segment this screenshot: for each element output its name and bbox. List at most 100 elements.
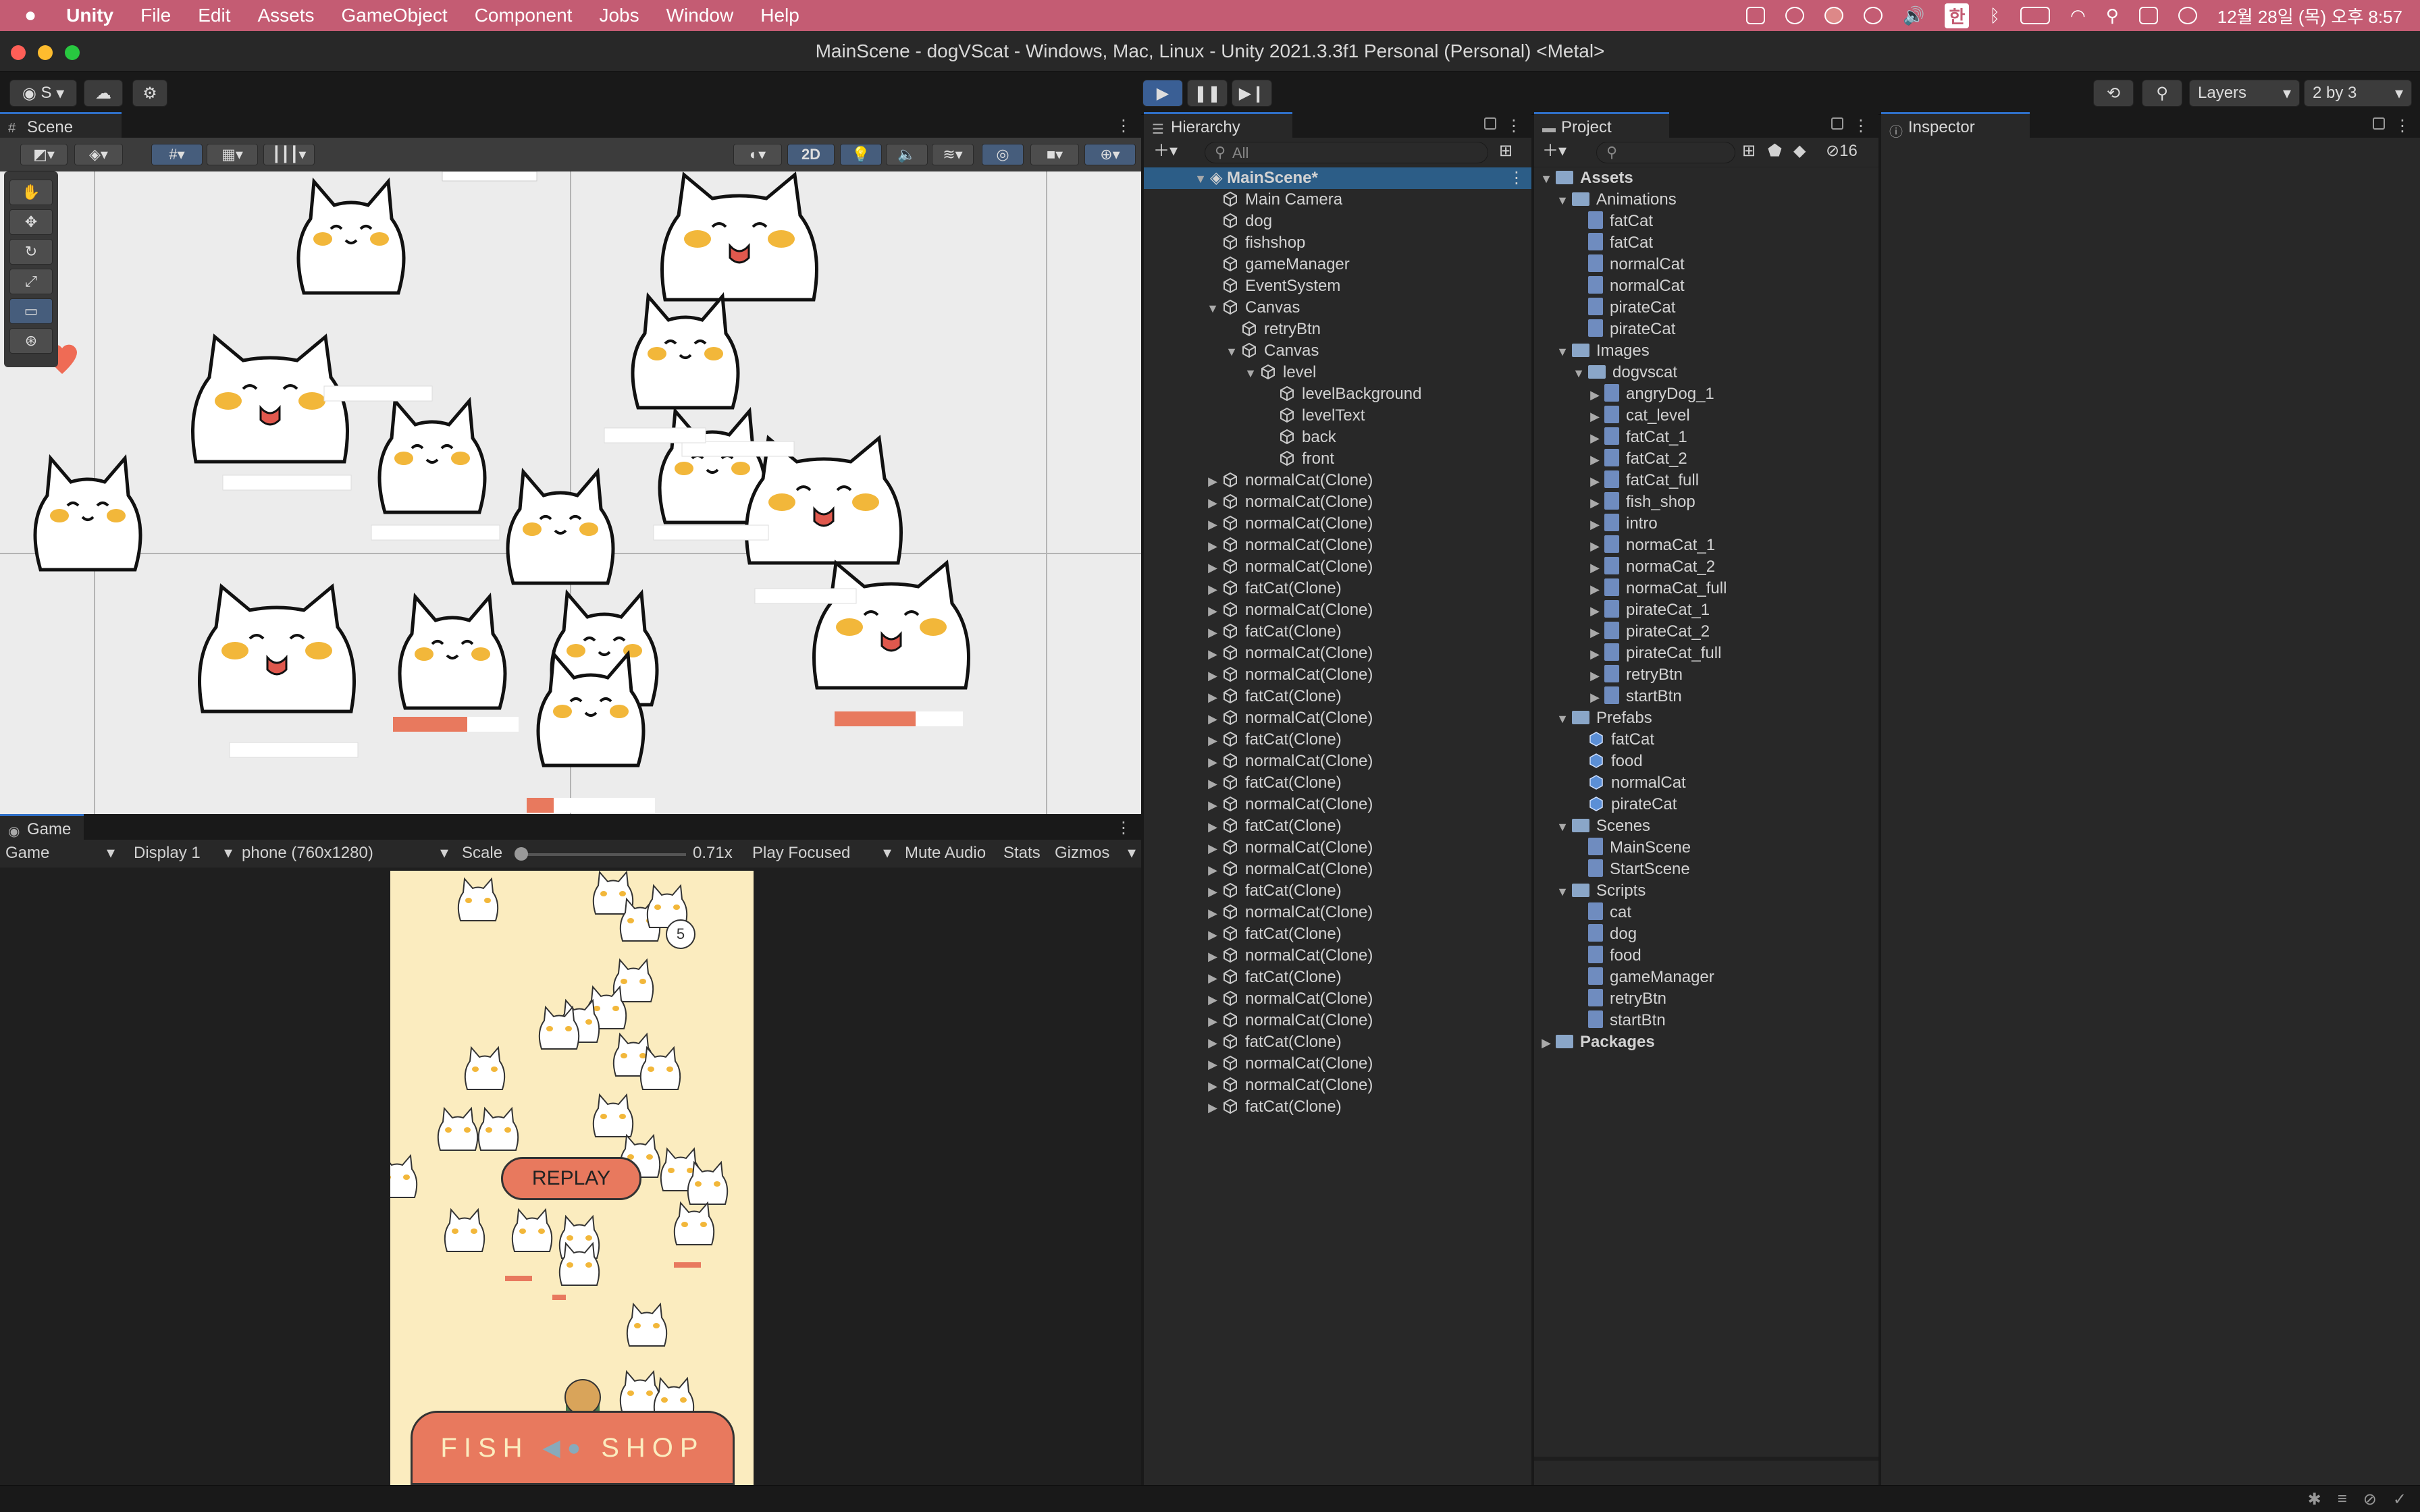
hierarchy-item[interactable]: fishshop [1203, 232, 1305, 254]
hierarchy-item[interactable]: ▶ normalCat(Clone) [1203, 988, 1373, 1010]
game-menu-icon[interactable]: ⋮ [1115, 818, 1132, 838]
camera-dropdown[interactable]: ■▾ [1030, 144, 1079, 165]
project-item[interactable]: normalCat [1569, 254, 1685, 275]
visibility-toggle[interactable]: ◎ [982, 144, 1024, 165]
chevron-right-icon[interactable]: ▶ [1203, 708, 1222, 730]
increment-snap[interactable]: ┃┃┃▾ [263, 144, 315, 165]
clock[interactable]: 12월 28일 (목) 오후 8:57 [2217, 3, 2402, 28]
project-item[interactable]: ▼ Assets [1537, 167, 1633, 189]
chevron-right-icon[interactable]: ▶ [1203, 622, 1222, 643]
chevron-down-icon[interactable]: ▼ [1569, 362, 1588, 384]
play-button[interactable]: ▶ [1142, 80, 1183, 107]
hierarchy-menu-icon[interactable]: ⋮ [1506, 116, 1522, 136]
hierarchy-item[interactable]: ▶ normalCat(Clone) [1203, 707, 1373, 729]
tab-project[interactable]: ▬ Project [1534, 112, 1669, 138]
bluetooth-icon[interactable]: ᛒ [1989, 5, 2000, 26]
move-tool[interactable]: ✥ [9, 209, 53, 235]
project-item[interactable]: dog [1569, 923, 1637, 945]
hierarchy-item[interactable]: dog [1203, 211, 1272, 232]
chevron-down-icon[interactable]: ▼ [1553, 881, 1572, 902]
hierarchy-item[interactable]: ▼ Canvas [1203, 297, 1300, 319]
chevron-right-icon[interactable]: ▶ [1203, 902, 1222, 924]
project-item[interactable]: ▶ normaCat_full [1585, 578, 1727, 599]
hierarchy-item[interactable]: front [1260, 448, 1334, 470]
chevron-right-icon[interactable]: ▶ [1585, 492, 1604, 514]
scale-slider[interactable] [515, 847, 686, 861]
cache-icon[interactable]: ✓ [2393, 1490, 2406, 1509]
project-item[interactable]: food [1569, 751, 1643, 772]
account-dropdown[interactable]: ◉ S ▾ [9, 80, 77, 107]
game-screen[interactable]: 5 REPLAY FISH ◀● SHOP [390, 871, 754, 1485]
menu-gameobject[interactable]: GameObject [342, 5, 448, 26]
chevron-right-icon[interactable]: ▶ [1585, 600, 1604, 622]
spotlight-icon[interactable]: ⚲ [2106, 5, 2119, 26]
menu-jobs[interactable]: Jobs [599, 5, 639, 26]
hierarchy-item[interactable]: ▶ normalCat(Clone) [1203, 599, 1373, 621]
hierarchy-item[interactable]: ▶ normalCat(Clone) [1203, 902, 1373, 923]
wifi-icon[interactable]: ◠ [2070, 5, 2086, 26]
project-item[interactable]: ▶ pirateCat_2 [1585, 621, 1710, 643]
chevron-right-icon[interactable]: ▶ [1203, 881, 1222, 902]
hand-tool[interactable]: ✋ [9, 180, 53, 205]
project-item[interactable]: ▶ cat_level [1585, 405, 1690, 427]
scene-viewport[interactable]: ✋ ✥ ↻ ⤢ ▭ ⊛ [0, 171, 1141, 814]
chevron-right-icon[interactable]: ▶ [1585, 427, 1604, 449]
hierarchy-filter-button[interactable]: ⊞ [1499, 140, 1512, 162]
hierarchy-item[interactable]: levelText [1260, 405, 1365, 427]
chevron-right-icon[interactable]: ▶ [1585, 535, 1604, 557]
project-item[interactable]: ▶ intro [1585, 513, 1658, 535]
hierarchy-item[interactable]: gameManager [1203, 254, 1350, 275]
hierarchy-item[interactable]: ▶ fatCat(Clone) [1203, 815, 1342, 837]
hierarchy-item[interactable]: ▶ normalCat(Clone) [1203, 470, 1373, 491]
hierarchy-item[interactable]: ▶ normalCat(Clone) [1203, 1053, 1373, 1075]
hierarchy-item[interactable]: ▶ normalCat(Clone) [1203, 643, 1373, 664]
effects-dropdown[interactable]: ≋▾ [932, 144, 974, 165]
project-item[interactable]: food [1569, 945, 1641, 967]
battery-icon[interactable] [2020, 7, 2050, 24]
hierarchy-item[interactable]: Main Camera [1203, 189, 1342, 211]
chevron-right-icon[interactable]: ▶ [1203, 946, 1222, 967]
hierarchy-item[interactable]: ▶ fatCat(Clone) [1203, 578, 1342, 599]
audio-toggle[interactable]: 🔈 [886, 144, 928, 165]
hierarchy-item[interactable]: ▶ normalCat(Clone) [1203, 794, 1373, 815]
project-item[interactable]: ▶ normaCat_1 [1585, 535, 1715, 556]
lock-icon[interactable] [2373, 117, 2385, 130]
hierarchy-item[interactable]: levelBackground [1260, 383, 1421, 405]
layout-dropdown[interactable]: 2 by 3 ▾ [2304, 80, 2412, 107]
menu-assets[interactable]: Assets [258, 5, 315, 26]
project-item[interactable]: retryBtn [1569, 988, 1666, 1010]
scene-menu-icon[interactable]: ⋮ [1115, 116, 1132, 136]
chevron-down-icon[interactable]: ▼ [1222, 341, 1241, 362]
shading-dropdown[interactable]: ◐▾ [733, 144, 782, 165]
chevron-right-icon[interactable]: ▶ [1203, 686, 1222, 708]
chevron-right-icon[interactable]: ▶ [1585, 622, 1604, 643]
hierarchy-item[interactable]: ▶ fatCat(Clone) [1203, 1031, 1342, 1053]
grid-toggle[interactable]: ▦▾ [207, 144, 258, 165]
chevron-right-icon[interactable]: ▶ [1203, 665, 1222, 686]
hierarchy-scene-row[interactable]: ▼ ◈ MainScene* ⋮ [1144, 167, 1531, 189]
inspector-menu-icon[interactable]: ⋮ [2394, 116, 2411, 136]
lock-icon[interactable] [1484, 117, 1496, 130]
chevron-right-icon[interactable]: ▶ [1203, 1097, 1222, 1118]
project-item[interactable]: ▼ dogvscat [1569, 362, 1677, 383]
mute-audio-toggle[interactable]: Mute Audio [905, 842, 986, 864]
gizmo-dropdown[interactable]: ◈▾ [74, 144, 123, 165]
menu-help[interactable]: Help [760, 5, 799, 26]
hierarchy-item[interactable]: ▶ normalCat(Clone) [1203, 751, 1373, 772]
hierarchy-add-button[interactable]: ＋▾ [1153, 140, 1178, 162]
hierarchy-item[interactable]: retryBtn [1222, 319, 1321, 340]
project-item[interactable]: cat [1569, 902, 1631, 923]
chevron-right-icon[interactable]: ▶ [1585, 384, 1604, 406]
chevron-down-icon[interactable]: ▼ [1553, 341, 1572, 362]
hierarchy-item[interactable]: ▶ normalCat(Clone) [1203, 491, 1373, 513]
chevron-right-icon[interactable]: ▶ [1203, 730, 1222, 751]
rect-tool[interactable]: ▭ [9, 298, 53, 324]
project-item[interactable]: ▶ fatCat_1 [1585, 427, 1687, 448]
project-item[interactable]: ▶ pirateCat_1 [1585, 599, 1710, 621]
step-button[interactable]: ▶❙ [1232, 80, 1272, 107]
project-item[interactable]: ▼ Scripts [1553, 880, 1646, 902]
project-item[interactable]: normalCat [1569, 275, 1685, 297]
project-menu-icon[interactable]: ⋮ [1853, 116, 1869, 136]
hidden-packages-toggle[interactable]: ⊘16 [1826, 140, 1858, 162]
hierarchy-item[interactable]: ▶ normalCat(Clone) [1203, 556, 1373, 578]
